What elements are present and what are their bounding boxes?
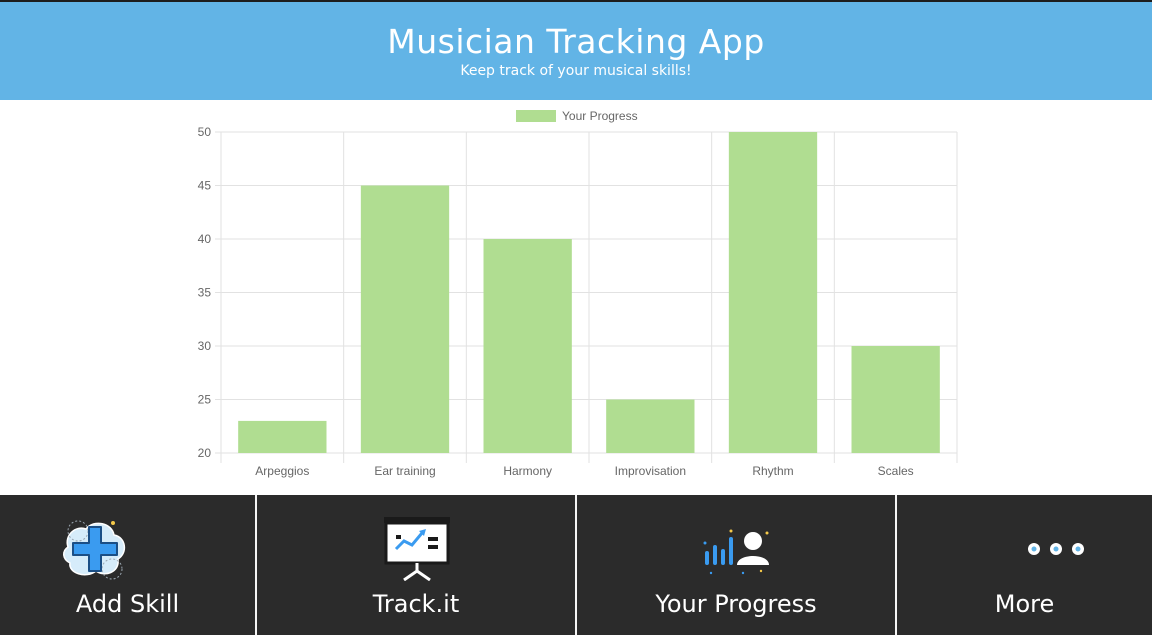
chart-bar[interactable] [851,346,940,453]
progress-stats-icon [703,529,769,575]
app-subtitle: Keep track of your musical skills! [460,63,692,79]
chart-bar[interactable] [606,399,695,454]
legend-label: Your Progress [562,109,638,123]
x-tick-label: Ear training [374,464,435,478]
x-tick-label: Rhythm [752,464,793,478]
chart-bar[interactable] [360,185,450,454]
app-header: Musician Tracking App Keep track of your… [0,0,1152,100]
y-tick-label: 45 [198,179,212,193]
add-skill-icon [63,520,126,580]
nav-label-your-progress: Your Progress [655,590,817,618]
nav-label-more: More [994,590,1055,618]
nav-add-skill[interactable]: Add Skill [0,495,255,635]
y-tick-label: 35 [198,286,212,300]
more-dots-icon [1028,543,1084,555]
y-tick-label: 20 [198,446,212,460]
presentation-board-icon [384,517,450,581]
y-tick-label: 30 [198,339,212,353]
progress-chart: 20 25 30 35 40 45 50 Arpeggios Ear training Harmo… [0,100,1152,495]
x-tick-label: Improvisation [615,464,686,478]
chart-bar[interactable] [728,132,818,453]
y-tick-label: 50 [198,125,212,139]
x-tick-label: Arpeggios [255,464,309,478]
nav-track-it[interactable]: Track.it [257,495,575,635]
bottom-nav: Add Skill Track.it Your Progress More [0,495,1152,635]
nav-more[interactable]: More [897,495,1152,635]
x-tick-label: Scales [878,464,914,478]
chart-bar[interactable] [238,420,327,453]
nav-your-progress[interactable]: Your Progress [577,495,895,635]
nav-label-add-skill: Add Skill [75,590,180,618]
chart-bar[interactable] [483,239,572,453]
bar-chart-svg: 20 25 30 35 40 45 50 Arpeggios Ear training Harmo… [198,109,958,478]
legend-swatch[interactable] [516,110,556,122]
nav-label-track-it: Track.it [372,590,460,618]
x-tick-label: Harmony [503,464,552,478]
y-tick-label: 40 [198,232,212,246]
y-tick-label: 25 [198,393,212,407]
app-title: Musician Tracking App [387,22,765,61]
